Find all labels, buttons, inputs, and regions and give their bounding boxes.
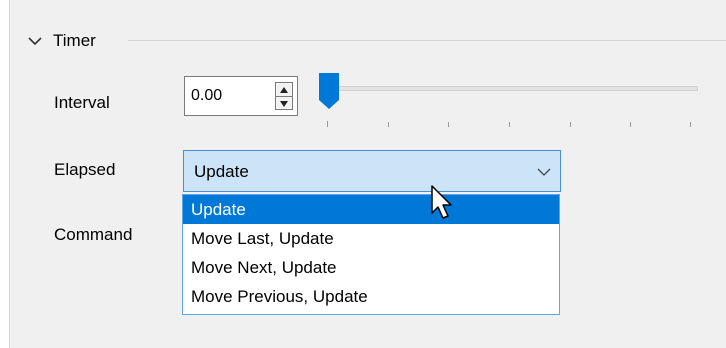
slider-tick: [509, 122, 510, 127]
interval-slider-track[interactable]: [326, 86, 698, 91]
dropdown-option[interactable]: Move Next, Update: [183, 253, 559, 282]
timer-section-header[interactable]: Timer: [27, 28, 96, 54]
chevron-down-icon[interactable]: [27, 33, 43, 49]
spin-down-button[interactable]: [276, 96, 292, 110]
elapsed-dropdown-list[interactable]: Update Move Last, Update Move Next, Upda…: [182, 194, 560, 315]
section-title: Timer: [53, 31, 96, 50]
interval-spinner[interactable]: [275, 82, 293, 110]
elapsed-combobox[interactable]: Update: [183, 150, 561, 192]
elapsed-selected-value: Update: [194, 162, 249, 181]
triangle-down-icon: [280, 100, 288, 107]
spin-up-button[interactable]: [276, 83, 292, 96]
chevron-down-icon[interactable]: [536, 164, 552, 180]
slider-tick: [448, 122, 449, 127]
interval-input[interactable]: 0.00: [184, 76, 298, 116]
slider-tick: [570, 122, 571, 127]
dropdown-option[interactable]: Move Previous, Update: [183, 282, 559, 311]
dropdown-option[interactable]: Update: [183, 195, 559, 224]
section-divider: [128, 40, 726, 41]
elapsed-label: Elapsed: [54, 160, 116, 179]
mouse-cursor-icon: [431, 185, 452, 219]
interval-label: Interval: [54, 93, 110, 112]
interval-value[interactable]: 0.00: [191, 86, 222, 106]
command-label: Command: [54, 225, 133, 244]
slider-tick: [327, 121, 328, 127]
slider-tick: [690, 122, 691, 127]
triangle-up-icon: [280, 86, 288, 93]
slider-tick: [388, 122, 389, 127]
interval-slider-thumb[interactable]: [318, 72, 340, 110]
dropdown-option[interactable]: Move Last, Update: [183, 224, 559, 253]
slider-tick: [630, 122, 631, 127]
